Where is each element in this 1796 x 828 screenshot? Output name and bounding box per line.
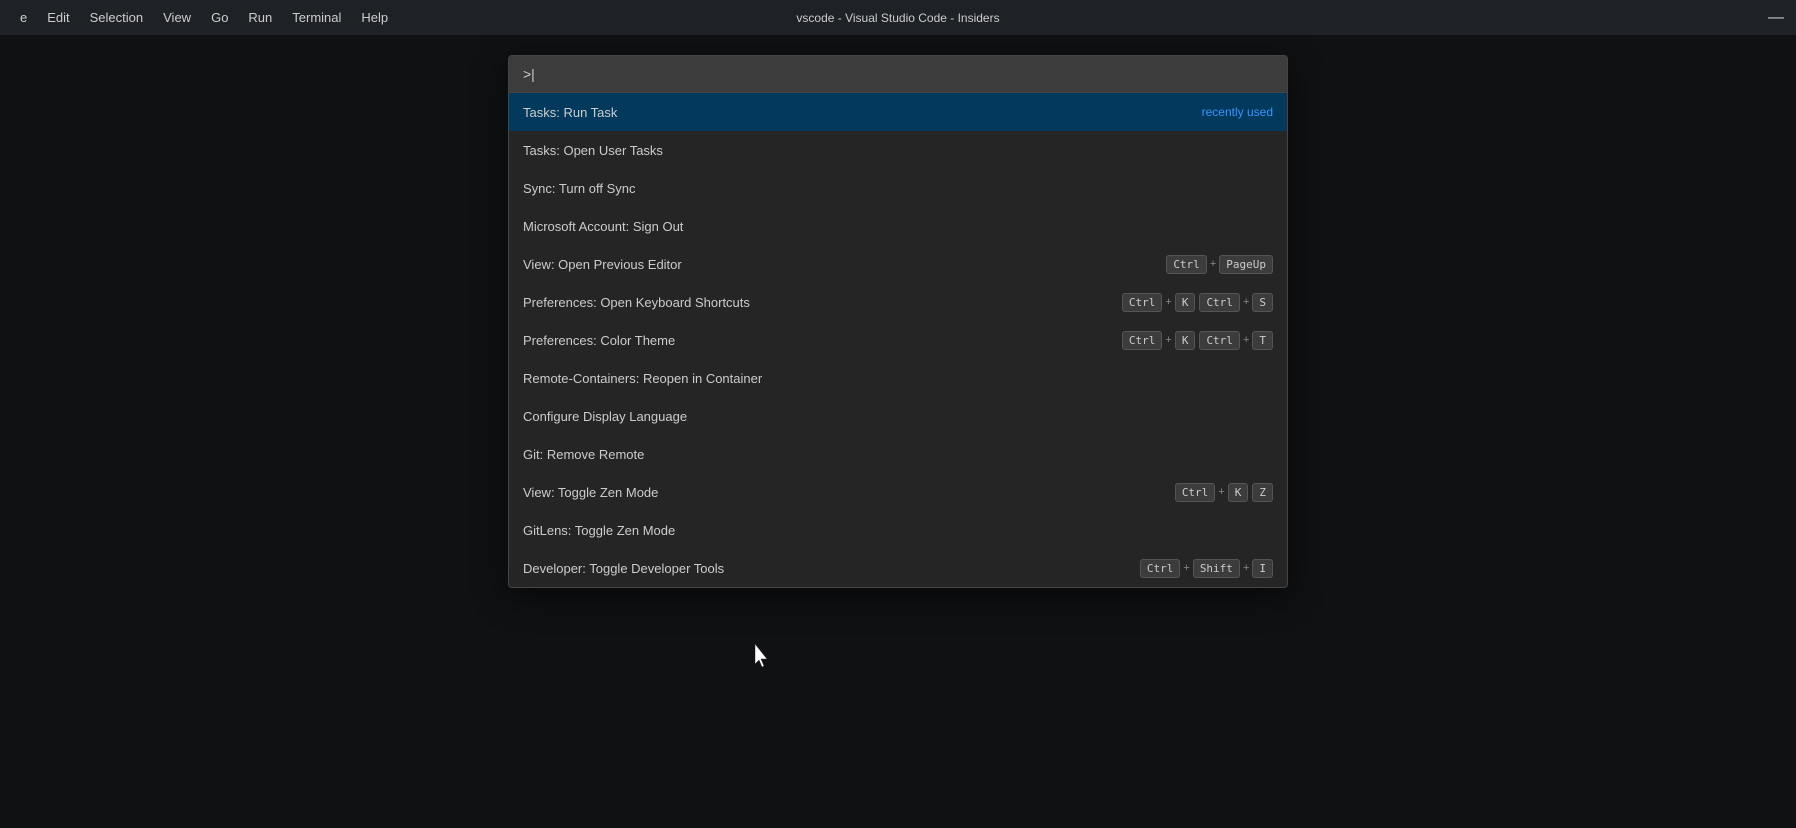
- window-controls: —: [1768, 9, 1784, 27]
- command-item-git-remove-remote[interactable]: Git: Remove Remote: [509, 435, 1287, 473]
- command-item-shortcut: Ctrl + K Ctrl + T: [1122, 331, 1273, 350]
- command-input-wrapper: [509, 56, 1287, 93]
- command-item-tasks-open-user-tasks[interactable]: Tasks: Open User Tasks: [509, 131, 1287, 169]
- menu-item-selection[interactable]: Selection: [82, 6, 151, 29]
- minimize-button[interactable]: —: [1768, 9, 1784, 27]
- kbd-ctrl: Ctrl: [1122, 331, 1163, 350]
- command-palette-overlay: Tasks: Run Task recently used Tasks: Ope…: [0, 35, 1796, 828]
- kbd-s: S: [1252, 293, 1273, 312]
- command-item-gitlens-toggle-zen[interactable]: GitLens: Toggle Zen Mode: [509, 511, 1287, 549]
- command-item-sync-turn-off[interactable]: Sync: Turn off Sync: [509, 169, 1287, 207]
- command-item-microsoft-sign-out[interactable]: Microsoft Account: Sign Out: [509, 207, 1287, 245]
- kbd-ctrl: Ctrl: [1199, 331, 1240, 350]
- kbd-ctrl: Ctrl: [1166, 255, 1207, 274]
- command-item-label: Configure Display Language: [523, 409, 1273, 424]
- kbd-plus: +: [1218, 486, 1224, 498]
- kbd-plus: +: [1165, 296, 1171, 308]
- kbd-pageup: PageUp: [1219, 255, 1273, 274]
- menu-item-view[interactable]: View: [155, 6, 199, 29]
- command-item-label: Remote-Containers: Reopen in Container: [523, 371, 1273, 386]
- command-item-remote-reopen[interactable]: Remote-Containers: Reopen in Container: [509, 359, 1287, 397]
- command-item-shortcut: Ctrl + K Ctrl + S: [1122, 293, 1273, 312]
- kbd-group-2: Z: [1252, 483, 1273, 502]
- kbd-group-1: Ctrl + K: [1175, 483, 1249, 502]
- kbd-i: I: [1252, 559, 1273, 578]
- command-item-right: recently used: [1202, 105, 1273, 119]
- kbd-group-1: Ctrl + K: [1122, 331, 1196, 350]
- kbd-plus: +: [1243, 334, 1249, 346]
- command-item-tasks-run-task[interactable]: Tasks: Run Task recently used: [509, 93, 1287, 131]
- command-item-label: Preferences: Open Keyboard Shortcuts: [523, 295, 1122, 310]
- menu-item-go[interactable]: Go: [203, 6, 236, 29]
- kbd-k: K: [1175, 331, 1196, 350]
- menu-item-file[interactable]: e: [12, 6, 35, 29]
- command-item-label: View: Toggle Zen Mode: [523, 485, 1175, 500]
- kbd-ctrl: Ctrl: [1199, 293, 1240, 312]
- kbd-group-2: Ctrl + S: [1199, 293, 1273, 312]
- menu-item-help[interactable]: Help: [353, 6, 396, 29]
- kbd-ctrl: Ctrl: [1175, 483, 1216, 502]
- command-item-view-open-prev-editor[interactable]: View: Open Previous Editor Ctrl + PageUp: [509, 245, 1287, 283]
- menu-item-run[interactable]: Run: [240, 6, 280, 29]
- kbd-group-2: Ctrl + T: [1199, 331, 1273, 350]
- window-title: vscode - Visual Studio Code - Insiders: [796, 11, 999, 25]
- kbd-plus: +: [1243, 296, 1249, 308]
- kbd-ctrl: Ctrl: [1122, 293, 1163, 312]
- kbd-group-1: Ctrl + K: [1122, 293, 1196, 312]
- menu-item-terminal[interactable]: Terminal: [284, 6, 349, 29]
- command-item-label: GitLens: Toggle Zen Mode: [523, 523, 1273, 538]
- kbd-plus: +: [1165, 334, 1171, 346]
- command-item-label: Tasks: Open User Tasks: [523, 143, 1273, 158]
- kbd-plus: +: [1243, 562, 1249, 574]
- kbd-shift: Shift: [1193, 559, 1240, 578]
- command-item-dev-toggle-tools[interactable]: Developer: Toggle Developer Tools Ctrl +…: [509, 549, 1287, 587]
- command-list: Tasks: Run Task recently used Tasks: Ope…: [509, 93, 1287, 587]
- command-item-label: View: Open Previous Editor: [523, 257, 1166, 272]
- recently-used-badge: recently used: [1202, 105, 1273, 119]
- command-item-prefs-color-theme[interactable]: Preferences: Color Theme Ctrl + K Ctrl +…: [509, 321, 1287, 359]
- kbd-plus: +: [1183, 562, 1189, 574]
- kbd-ctrl: Ctrl: [1140, 559, 1181, 578]
- command-item-label: Microsoft Account: Sign Out: [523, 219, 1273, 234]
- command-item-label: Sync: Turn off Sync: [523, 181, 1273, 196]
- kbd-k: K: [1228, 483, 1249, 502]
- command-item-view-toggle-zen[interactable]: View: Toggle Zen Mode Ctrl + K Z: [509, 473, 1287, 511]
- kbd-group-dev: Ctrl + Shift + I: [1140, 559, 1273, 578]
- kbd-z: Z: [1252, 483, 1273, 502]
- command-item-label: Developer: Toggle Developer Tools: [523, 561, 1140, 576]
- kbd-plus: +: [1210, 258, 1216, 270]
- main-content: Tasks: Run Task recently used Tasks: Ope…: [0, 35, 1796, 828]
- kbd-k: K: [1175, 293, 1196, 312]
- kbd-t: T: [1252, 331, 1273, 350]
- command-item-label: Git: Remove Remote: [523, 447, 1273, 462]
- kbd-group: Ctrl + PageUp: [1166, 255, 1273, 274]
- command-item-prefs-keyboard[interactable]: Preferences: Open Keyboard Shortcuts Ctr…: [509, 283, 1287, 321]
- menu-item-edit[interactable]: Edit: [39, 6, 77, 29]
- command-item-shortcut: Ctrl + PageUp: [1166, 255, 1273, 274]
- command-palette: Tasks: Run Task recently used Tasks: Ope…: [508, 55, 1288, 588]
- command-input[interactable]: [517, 62, 1279, 86]
- command-item-label: Tasks: Run Task: [523, 105, 1202, 120]
- command-item-shortcut: Ctrl + Shift + I: [1140, 559, 1273, 578]
- command-item-shortcut: Ctrl + K Z: [1175, 483, 1273, 502]
- command-item-configure-display-language[interactable]: Configure Display Language: [509, 397, 1287, 435]
- command-item-label: Preferences: Color Theme: [523, 333, 1122, 348]
- titlebar: e Edit Selection View Go Run Terminal He…: [0, 0, 1796, 35]
